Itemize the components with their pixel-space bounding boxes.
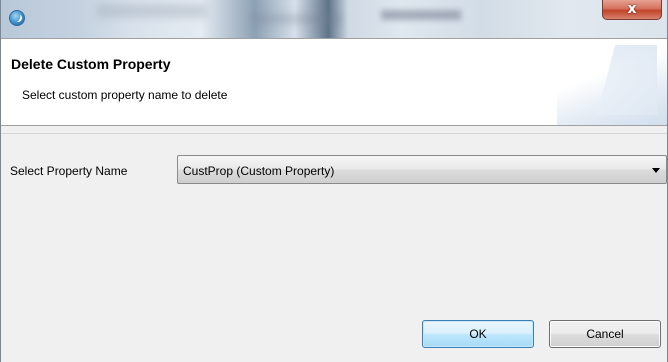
divider — [1, 133, 667, 134]
chevron-down-icon — [652, 168, 660, 173]
title-bar-background-blur — [251, 14, 341, 24]
property-name-label: Select Property Name — [10, 164, 128, 178]
delete-custom-property-dialog: x Delete Custom Property Select custom p… — [0, 0, 668, 362]
property-name-selected-value: CustProp (Custom Property) — [183, 164, 335, 178]
header-banner-graphic — [557, 39, 667, 125]
page-title: Delete Custom Property — [11, 56, 171, 72]
dialog-description: Select custom property name to delete — [22, 88, 228, 102]
dialog-header: Delete Custom Property Select custom pro… — [1, 38, 667, 126]
app-logo-icon — [9, 10, 25, 26]
property-name-dropdown[interactable]: CustProp (Custom Property) — [177, 155, 667, 184]
cancel-button[interactable]: Cancel — [549, 320, 661, 348]
ok-button[interactable]: OK — [422, 320, 534, 348]
title-bar-background-blur — [97, 4, 207, 18]
title-bar[interactable]: x — [1, 0, 667, 38]
close-icon: x — [627, 1, 637, 17]
close-button[interactable]: x — [602, 0, 662, 20]
title-bar-background-blur — [381, 10, 461, 20]
